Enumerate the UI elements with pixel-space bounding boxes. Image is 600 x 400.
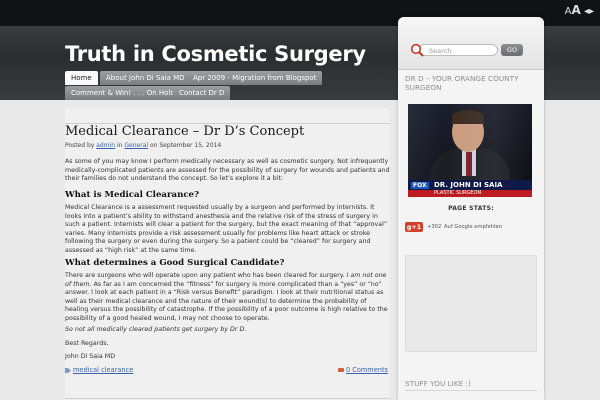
sidebar-heading-surgeon: DR D – YOUR ORANGE COUNTY SURGEON	[405, 74, 519, 92]
font-size-controls[interactable]: AA ◂▸	[565, 3, 594, 17]
page-margin	[544, 100, 600, 400]
sidebar: Search GO DR D – YOUR ORANGE COUNTY SURG…	[398, 17, 544, 400]
divider	[65, 398, 390, 399]
google-plus-text[interactable]: Auf Google empfehlen	[444, 224, 502, 230]
p3-rest: As far as I am concerned the “fitness” f…	[65, 280, 388, 322]
main-content: Medical Clearance – Dr D’s Concept Poste…	[65, 108, 390, 400]
search-icon	[410, 43, 424, 57]
video-subtitle: PLASTIC SURGEON	[434, 190, 482, 196]
regards: Best Regards,	[65, 340, 109, 347]
post-title[interactable]: Medical Clearance – Dr D’s Concept	[65, 124, 304, 139]
tag-link[interactable]: medical clearance	[65, 366, 133, 374]
meta-in: in	[116, 142, 123, 149]
tag-icon	[65, 367, 71, 373]
sidebar-widget-box	[405, 255, 537, 352]
news-logo: FOX	[411, 182, 429, 189]
heading-medical-clearance: What is Medical Clearance?	[65, 190, 200, 200]
paragraph-conclusion: So not all medically cleared patients ge…	[65, 326, 247, 333]
nav-migration[interactable]: Apr 2009 - Migration from Blogspot	[187, 71, 323, 85]
font-large-icon[interactable]: A	[571, 3, 580, 17]
video-name-label: DR. JOHN DI SAIA	[434, 181, 503, 189]
comment-icon	[337, 367, 344, 372]
page-stats-heading: PAGE STATS:	[448, 205, 494, 212]
sidebar-heading-stuff: STUFF YOU LIKE :)	[405, 379, 471, 388]
comments-label[interactable]: 0 Comments	[346, 366, 388, 374]
comments-link[interactable]: 0 Comments	[337, 366, 388, 374]
video-player[interactable]: FOX DR. JOHN DI SAIA PLASTIC SURGEON	[408, 104, 532, 197]
nav-home[interactable]: Home	[65, 71, 98, 85]
site-title[interactable]: Truth in Cosmetic Surgery	[65, 42, 366, 66]
paragraph-medical-clearance: Medical Clearance is a assessment reques…	[65, 204, 388, 254]
search-input[interactable]: Search	[418, 44, 498, 56]
paragraph-intro: As some of you may know I perform medica…	[65, 158, 390, 183]
nav-comment-win[interactable]: Comment & Win! . . . On Hold	[65, 86, 181, 100]
search-go-button[interactable]: GO	[501, 44, 523, 56]
meta-prefix: Posted by	[65, 142, 95, 149]
heading-good-candidate: What determines a Good Surgical Candidat…	[65, 258, 285, 268]
category-link[interactable]: General	[124, 142, 148, 149]
post-meta: Posted by admin in General on September …	[65, 142, 221, 149]
google-plus-count: +302	[427, 224, 442, 230]
signature: John Di Saia MD	[65, 353, 116, 360]
author-link[interactable]: admin	[96, 142, 115, 149]
nav-about[interactable]: About John Di Saia MD	[100, 71, 191, 85]
nav-contact[interactable]: Contact Dr D	[173, 86, 231, 100]
font-arrows-icon[interactable]: ◂▸	[584, 6, 594, 17]
tag-label[interactable]: medical clearance	[73, 366, 133, 374]
meta-date: on September 15, 2014	[149, 142, 222, 149]
google-plus-button[interactable]: g+1	[405, 222, 423, 232]
paragraph-good-candidate: There are surgeons who will operate upon…	[65, 272, 390, 324]
p3-start: There are surgeons who will operate upon…	[65, 272, 345, 279]
divider	[405, 390, 537, 391]
